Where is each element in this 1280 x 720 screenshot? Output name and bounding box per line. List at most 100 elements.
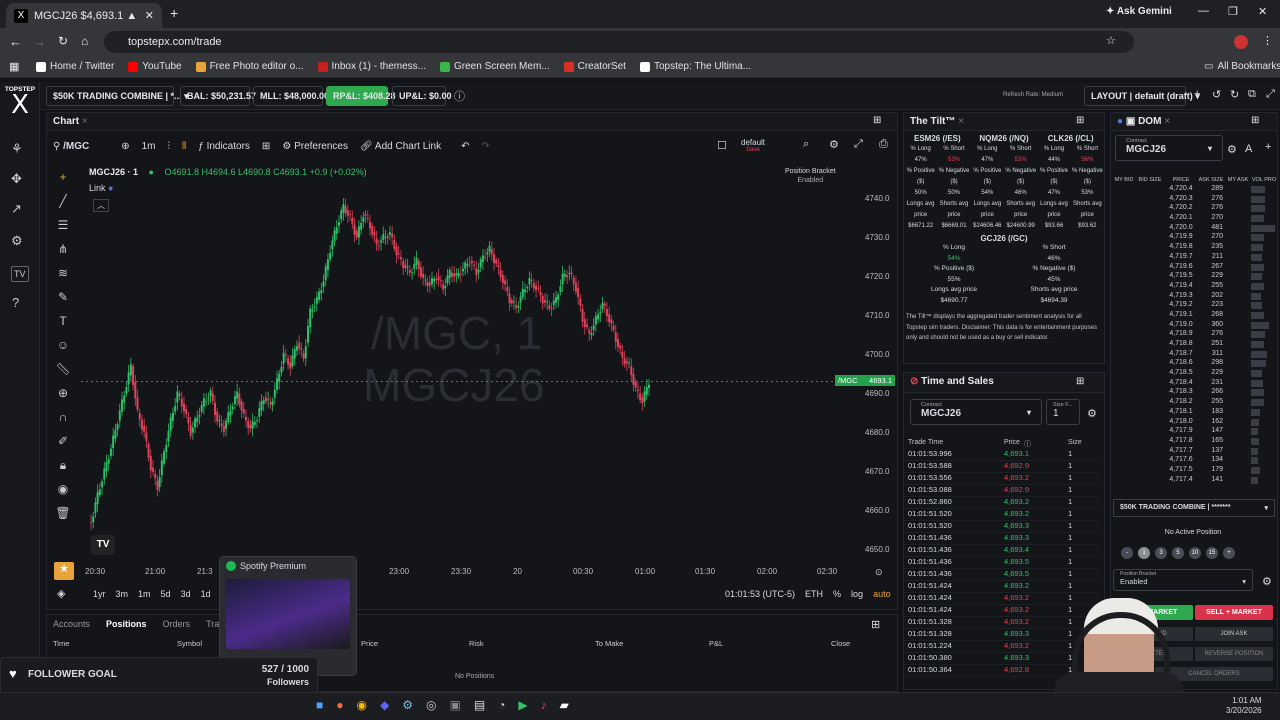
- dom-price-level[interactable]: 4,718.2 255: [1113, 398, 1277, 408]
- camera-icon[interactable]: ⎙: [879, 138, 888, 151]
- app-icon[interactable]: ▣: [449, 698, 460, 712]
- profile-avatar[interactable]: [1234, 35, 1248, 49]
- dom-price-level[interactable]: 4,718.5 229: [1113, 369, 1277, 379]
- dom-account-selector[interactable]: $50K TRADING COMBINE | ******* ▾: [1113, 499, 1275, 517]
- ruler-icon[interactable]: 📏︎: [51, 357, 75, 381]
- add-tab-icon[interactable]: ⊞: [1076, 376, 1084, 387]
- browser-menu-icon[interactable]: ⋮: [1262, 34, 1273, 47]
- dom-price-level[interactable]: 4,718.1 183: [1113, 408, 1277, 418]
- brush-icon[interactable]: ✎: [51, 285, 75, 309]
- ts-size-field[interactable]: Size F... 1: [1046, 399, 1080, 425]
- trash-icon[interactable]: 🗑︎: [51, 501, 75, 525]
- dom-settings-icon[interactable]: ⚙: [1227, 143, 1237, 156]
- redo-icon[interactable]: ↷: [481, 141, 489, 152]
- quantity-button[interactable]: 15: [1206, 547, 1218, 559]
- trade-layout-icon[interactable]: ⚘: [11, 142, 23, 156]
- dom-price-level[interactable]: 4,718.9 276: [1113, 330, 1277, 340]
- layers-icon[interactable]: ◈: [57, 587, 65, 600]
- reload-icon[interactable]: ↻: [58, 34, 68, 48]
- trendline-icon[interactable]: ╱: [51, 189, 75, 213]
- url-field[interactable]: topstepx.com/trade: [104, 31, 1134, 53]
- tab-positions[interactable]: Positions: [106, 619, 147, 629]
- close-window-icon[interactable]: ✕: [1258, 5, 1267, 18]
- favorite-star-icon[interactable]: ★: [54, 562, 74, 580]
- settings-gear-icon[interactable]: ⚙: [11, 234, 23, 248]
- time-axis[interactable]: 20:30 21:00 21:3 23:00 23:30 20 00:30 01:00 01:3…: [81, 567, 861, 581]
- refresh-rate-text[interactable]: Refresh Rate: Medium: [1003, 92, 1063, 98]
- bookmark-item[interactable]: Inbox (1) - themess...: [317, 61, 426, 72]
- dom-price-level[interactable]: 4,719.9 270: [1113, 233, 1277, 243]
- all-bookmarks-button[interactable]: ▭ All Bookmarks: [1204, 61, 1280, 72]
- candles-icon[interactable]: ⫴: [182, 141, 186, 152]
- dom-price-level[interactable]: 4,720.3 276: [1113, 195, 1277, 205]
- crosshair-icon[interactable]: +: [51, 165, 75, 189]
- range-1yr[interactable]: 1yr: [93, 589, 106, 599]
- dom-price-level[interactable]: 4,718.3 266: [1113, 388, 1277, 398]
- dom-price-level[interactable]: 4,719.8 235: [1113, 243, 1277, 253]
- epic-icon[interactable]: ▤: [474, 698, 485, 712]
- maximize-icon[interactable]: ❐: [1228, 5, 1238, 18]
- discord-icon[interactable]: ◆: [380, 698, 389, 712]
- fib-icon[interactable]: ☰: [51, 213, 75, 237]
- tiktok-icon[interactable]: ♪: [541, 698, 547, 712]
- popout-icon[interactable]: ⧉: [1248, 88, 1256, 101]
- fullscreen-icon[interactable]: ⤢: [1266, 88, 1275, 101]
- range-1d[interactable]: 1d: [201, 589, 211, 599]
- price-axis[interactable]: 4740.0 4730.0 4720.0 4710.0 4700.0 4690.0 4680…: [859, 179, 895, 569]
- quantity-button[interactable]: 3: [1155, 547, 1167, 559]
- add-tab-icon[interactable]: ⊞: [1076, 115, 1084, 126]
- quantity-button[interactable]: +: [1223, 547, 1235, 559]
- back-icon[interactable]: ←: [9, 34, 22, 49]
- dom-price-level[interactable]: 4,717.4 141: [1113, 476, 1277, 486]
- dom-price-level[interactable]: 4,717.7 137: [1113, 447, 1277, 457]
- dom-price-level[interactable]: 4,719.7 211: [1113, 253, 1277, 263]
- bookmark-item[interactable]: Free Photo editor o...: [195, 61, 304, 72]
- dom-price-level[interactable]: 4,719.3 202: [1113, 292, 1277, 302]
- start-icon[interactable]: ■: [316, 698, 323, 712]
- obs-icon[interactable]: ◎: [426, 698, 436, 712]
- dom-price-level[interactable]: 4,717.6 134: [1113, 456, 1277, 466]
- dom-price-level[interactable]: 4,718.7 311: [1113, 350, 1277, 360]
- add-panel-icon[interactable]: +: [1194, 88, 1200, 100]
- taskbar-clock[interactable]: 1:01 AM 3/20/2026: [1226, 696, 1262, 716]
- dom-price-level[interactable]: 4,718.0 162: [1113, 418, 1277, 428]
- info-icon[interactable]: ⓘ: [454, 88, 465, 104]
- dom-price-level[interactable]: 4,719.2 223: [1113, 301, 1277, 311]
- community-icon[interactable]: ✥: [11, 172, 22, 186]
- range-1m[interactable]: 1m: [138, 589, 151, 599]
- percent-toggle[interactable]: %: [833, 589, 841, 599]
- add-chart-link-button[interactable]: 🔗︎ Add Chart Link: [360, 141, 441, 152]
- eye-icon[interactable]: ◉: [51, 477, 75, 501]
- help-icon[interactable]: ?: [12, 296, 19, 310]
- forward-icon[interactable]: →: [33, 34, 46, 49]
- browser-tab[interactable]: X MGCJ26 $4,693.1 ▲ +1.90% ✕: [6, 3, 162, 28]
- ts-settings-icon[interactable]: ⚙: [1087, 407, 1097, 420]
- tab-orders[interactable]: Orders: [163, 619, 191, 629]
- symbol-search[interactable]: ⚲ /MGC: [53, 141, 89, 152]
- tv-icon[interactable]: TV: [11, 266, 29, 282]
- dom-price-level[interactable]: 4,718.6 298: [1113, 359, 1277, 369]
- dom-bracket-select[interactable]: Position Bracket Enabled ▾: [1113, 569, 1253, 591]
- dom-price-level[interactable]: 4,719.6 267: [1113, 263, 1277, 273]
- bookmark-item[interactable]: Home / Twitter: [36, 61, 114, 72]
- dom-price-level[interactable]: 4,718.8 251: [1113, 340, 1277, 350]
- dom-price-level[interactable]: 4,719.0 360: [1113, 321, 1277, 331]
- pattern-icon[interactable]: ≋: [51, 261, 75, 285]
- bookmark-star-icon[interactable]: ☆: [1106, 34, 1116, 47]
- tradingview-icon[interactable]: ▰: [560, 698, 569, 712]
- dom-price-level[interactable]: 4,719.4 255: [1113, 282, 1277, 292]
- bar-style-icon[interactable]: ⫶: [168, 141, 171, 152]
- dom-price-level[interactable]: 4,720.4 289: [1113, 185, 1277, 195]
- magnet-icon[interactable]: ∩: [51, 405, 75, 429]
- settings-icon[interactable]: ⚙: [829, 138, 839, 151]
- emoji-icon[interactable]: ☺: [51, 333, 75, 357]
- reset-zoom-icon[interactable]: ⊙: [875, 567, 883, 578]
- close-tab-icon[interactable]: ✕: [145, 9, 154, 22]
- dom-price-level[interactable]: 4,719.5 229: [1113, 272, 1277, 282]
- dom-price-level[interactable]: 4,719.1 268: [1113, 311, 1277, 321]
- undo-icon[interactable]: ↺: [1212, 88, 1221, 101]
- bookmark-item[interactable]: Green Screen Mem...: [440, 61, 550, 72]
- close-panel-icon[interactable]: ×: [958, 116, 964, 127]
- tab-accounts[interactable]: Accounts: [53, 619, 90, 629]
- auto-toggle[interactable]: auto: [873, 589, 891, 599]
